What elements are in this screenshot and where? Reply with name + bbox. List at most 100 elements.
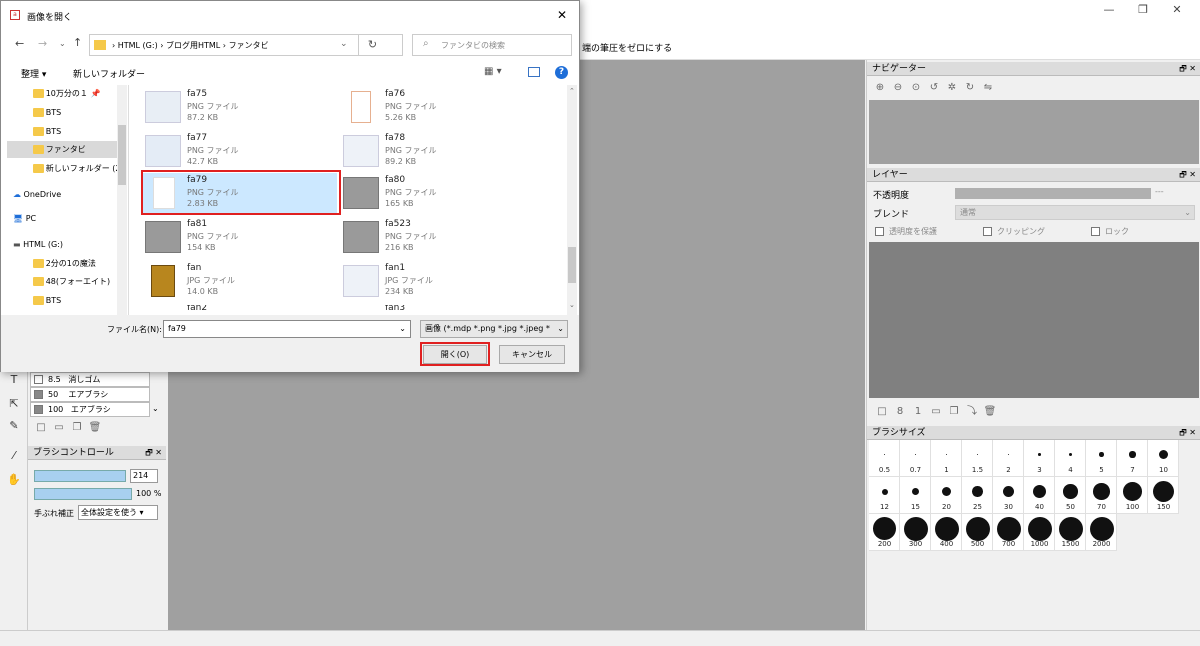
duplicate-layer-icon[interactable]: ❐ bbox=[945, 406, 963, 420]
search-box[interactable]: ⌕ ファンタビの検索 bbox=[412, 34, 572, 56]
file-item[interactable]: fa76 PNG ファイル 5.26 KB bbox=[339, 87, 535, 129]
filename-input[interactable]: fa79 ⌄ bbox=[163, 320, 411, 338]
copy-icon[interactable]: ❐ bbox=[68, 422, 86, 436]
nav-item[interactable]: 新しいフォルダー (2 bbox=[7, 160, 117, 177]
nav-item[interactable]: 2分の1の魔法 bbox=[7, 255, 117, 272]
up-arrow-icon[interactable]: ↑ bbox=[73, 36, 82, 49]
brush-size-preset[interactable]: 50 bbox=[1055, 477, 1086, 514]
nav-item[interactable]: BTS bbox=[7, 104, 117, 121]
nav-item[interactable]: 48(フォーエイト) bbox=[7, 273, 117, 290]
brush-size-preset[interactable]: 700 bbox=[993, 514, 1024, 551]
address-bar[interactable]: › HTML (G:) › ブログ用HTML › ファンタビ ⌄ ↻ bbox=[89, 34, 403, 56]
nav-item-pc[interactable]: 🖥 PC bbox=[7, 210, 117, 227]
hand-tool-icon[interactable]: ✋ bbox=[6, 472, 22, 488]
breadcrumb-drive[interactable]: HTML (G:) bbox=[118, 41, 158, 50]
file-item[interactable]: fan1 JPG ファイル 234 KB bbox=[339, 261, 535, 303]
lock-checkbox[interactable] bbox=[1091, 227, 1100, 236]
file-item[interactable]: fa77 PNG ファイル 42.7 KB bbox=[141, 131, 337, 173]
file-item[interactable]: fan2 bbox=[141, 305, 337, 315]
select-tool-icon[interactable]: ⇱ bbox=[6, 396, 22, 412]
brush-size-value[interactable]: 214 bbox=[130, 469, 158, 483]
refresh-icon[interactable]: ↻ bbox=[358, 35, 386, 55]
help-icon[interactable]: ? bbox=[555, 66, 568, 79]
nav-scroll-thumb[interactable] bbox=[118, 125, 126, 185]
preview-pane-icon[interactable] bbox=[528, 67, 540, 77]
panel-controls-icon[interactable]: 🗗 ✕ bbox=[1179, 426, 1196, 440]
brush-row[interactable]: 50 エアブラシ bbox=[30, 387, 150, 402]
zoom-in-icon[interactable]: ⊕ bbox=[871, 82, 889, 96]
brush-size-preset[interactable]: 30 bbox=[993, 477, 1024, 514]
brush-size-preset[interactable]: 40 bbox=[1024, 477, 1055, 514]
layer-list[interactable] bbox=[869, 242, 1199, 398]
breadcrumb-current[interactable]: ファンタビ bbox=[229, 41, 269, 50]
brush-size-preset[interactable]: 100 bbox=[1117, 477, 1148, 514]
folder-icon[interactable]: ▭ bbox=[50, 422, 68, 436]
merge-layer-icon[interactable]: ⤵ bbox=[963, 402, 981, 417]
back-arrow-icon[interactable]: ← bbox=[15, 37, 24, 50]
panel-controls-icon[interactable]: 🗗 ✕ bbox=[1179, 168, 1196, 182]
protect-alpha-option[interactable]: 透明度を保護 bbox=[875, 226, 937, 237]
address-chevron-icon[interactable]: ⌄ bbox=[340, 39, 348, 49]
new-1bit-layer-icon[interactable]: 1 bbox=[909, 406, 927, 420]
new-folder-button[interactable]: 新しいフォルダー bbox=[73, 67, 145, 80]
brush-size-preset[interactable]: 0.5 bbox=[869, 440, 900, 477]
flip-icon[interactable]: ⇋ bbox=[979, 82, 997, 96]
file-item[interactable]: fa80 PNG ファイル 165 KB bbox=[339, 173, 535, 215]
brush-row[interactable]: 100 エアブラシ bbox=[30, 402, 150, 417]
file-item[interactable]: fan3 bbox=[339, 305, 535, 315]
new-8bit-layer-icon[interactable]: 8 bbox=[891, 406, 909, 420]
new-brush-icon[interactable]: □ bbox=[32, 422, 50, 436]
nav-item-drive[interactable]: ▬ HTML (G:) bbox=[7, 236, 117, 253]
rotate-right-icon[interactable]: ↻ bbox=[961, 82, 979, 96]
zoom-fit-icon[interactable]: ⊙ bbox=[907, 82, 925, 96]
brush-size-preset[interactable]: 12 bbox=[869, 477, 900, 514]
brush-size-preset[interactable]: 1000 bbox=[1024, 514, 1055, 551]
brush-size-preset[interactable]: 200 bbox=[869, 514, 900, 551]
cancel-button[interactable]: キャンセル bbox=[499, 345, 565, 364]
file-type-filter[interactable]: 画像 (*.mdp *.png *.jpg *.jpeg * ⌄ bbox=[420, 320, 568, 338]
pen-tool-icon[interactable]: ✎ bbox=[6, 418, 22, 434]
lock-option[interactable]: ロック bbox=[1091, 226, 1129, 237]
file-item[interactable]: fan JPG ファイル 14.0 KB bbox=[141, 261, 337, 303]
organize-button[interactable]: 整理 ▾ bbox=[21, 67, 46, 80]
brush-size-preset[interactable]: 2 bbox=[993, 440, 1024, 477]
clipping-checkbox[interactable] bbox=[983, 227, 992, 236]
breadcrumb-folder[interactable]: ブログ用HTML bbox=[166, 41, 220, 50]
brush-size-preset[interactable]: 500 bbox=[962, 514, 993, 551]
view-options-icon[interactable]: ▦ ▾ bbox=[484, 66, 502, 77]
nav-item-onedrive[interactable]: ☁ OneDrive bbox=[7, 186, 117, 203]
brush-list-scroll-icon[interactable]: ⌄ bbox=[152, 404, 159, 413]
brush-size-preset[interactable]: 7 bbox=[1117, 440, 1148, 477]
recent-chevron-icon[interactable]: ⌄ bbox=[59, 39, 66, 48]
brush-size-preset[interactable]: 0.7 bbox=[900, 440, 931, 477]
protect-alpha-checkbox[interactable] bbox=[875, 227, 884, 236]
trash-icon[interactable]: 🗑 bbox=[86, 422, 104, 436]
file-scroll-thumb[interactable] bbox=[568, 247, 576, 283]
stabilizer-select[interactable]: 全体設定を使う ▾ bbox=[78, 505, 158, 520]
clipping-option[interactable]: クリッピング bbox=[983, 226, 1045, 237]
opacity-slider[interactable] bbox=[34, 488, 132, 500]
pressure-option-label[interactable]: 端の筆圧をゼロにする bbox=[582, 41, 672, 54]
brush-size-preset[interactable]: 400 bbox=[931, 514, 962, 551]
brush-checkbox[interactable] bbox=[34, 375, 43, 384]
brush-row[interactable]: 8.5 消しゴム bbox=[30, 372, 150, 387]
dialog-close-icon[interactable]: ✕ bbox=[557, 8, 567, 22]
nav-item-selected[interactable]: ファンタビ bbox=[7, 141, 125, 158]
brush-size-preset[interactable]: 4 bbox=[1055, 440, 1086, 477]
blend-select[interactable]: 通常 ⌄ bbox=[955, 205, 1195, 220]
brush-size-preset[interactable]: 15 bbox=[900, 477, 931, 514]
brush-size-preset[interactable]: 1.5 bbox=[962, 440, 993, 477]
brush-checkbox[interactable] bbox=[34, 405, 43, 414]
brush-size-preset[interactable]: 10 bbox=[1148, 440, 1179, 477]
zoom-out-icon[interactable]: ⊖ bbox=[889, 82, 907, 96]
panel-controls-icon[interactable]: 🗗 ✕ bbox=[145, 446, 162, 460]
file-item[interactable]: fa78 PNG ファイル 89.2 KB bbox=[339, 131, 535, 173]
forward-arrow-icon[interactable]: → bbox=[38, 37, 47, 50]
navigator-preview[interactable] bbox=[869, 100, 1199, 164]
brush-size-preset[interactable]: 3 bbox=[1024, 440, 1055, 477]
brush-size-preset[interactable]: 150 bbox=[1148, 477, 1179, 514]
new-layer-icon[interactable]: □ bbox=[873, 406, 891, 420]
file-scrollbar[interactable]: ⌃ ⌄ bbox=[567, 85, 577, 315]
nav-scrollbar[interactable] bbox=[117, 85, 127, 315]
brush-size-preset[interactable]: 1500 bbox=[1055, 514, 1086, 551]
